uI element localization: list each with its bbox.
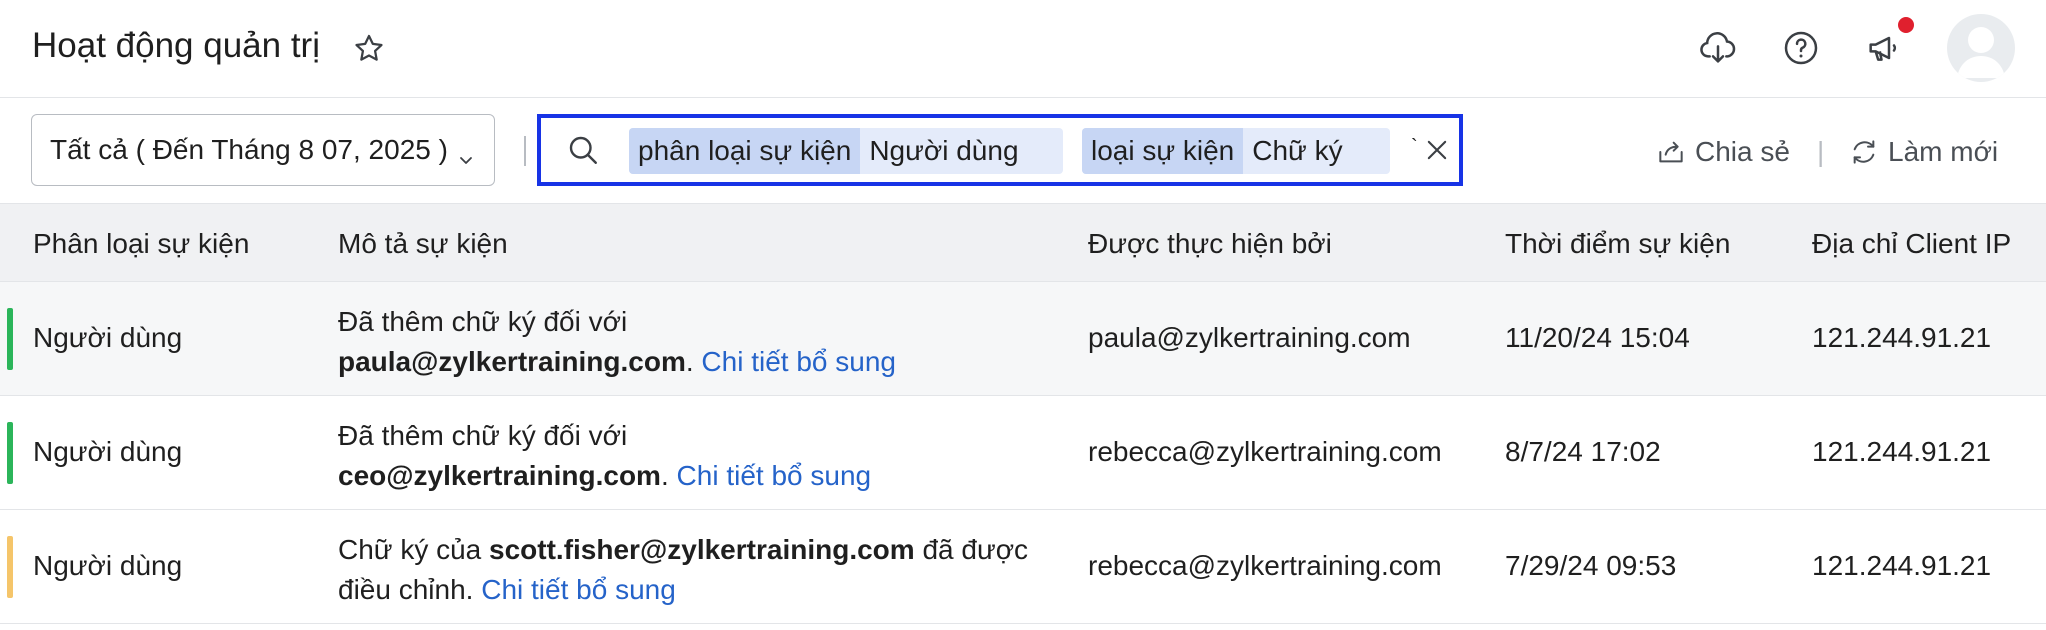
- page-title: Hoạt động quản trị: [32, 26, 320, 65]
- event-category: Người dùng: [33, 550, 183, 581]
- filter-chip-value: Người dùng: [869, 135, 1019, 166]
- filter-toolbar: Tất cả ( Đến Tháng 8 07, 2025 ) phân loạ…: [0, 98, 2046, 204]
- star-icon[interactable]: [352, 32, 386, 66]
- page-header: Hoạt động quản trị: [0, 0, 2046, 98]
- column-header[interactable]: Thời điểm sự kiện: [1505, 228, 1730, 260]
- cloud-download-icon[interactable]: [1698, 28, 1738, 68]
- event-description: Đã thêm chữ ký đối với paula@zylkertrain…: [338, 302, 1058, 382]
- desc-text: Đã thêm chữ ký đối với: [338, 420, 628, 451]
- column-header[interactable]: Địa chỉ Client IP: [1812, 228, 2011, 260]
- performed-by: paula@zylkertraining.com: [1088, 322, 1411, 353]
- filter-chip-type[interactable]: loại sự kiện Chữ ký: [1082, 128, 1390, 174]
- event-category: Người dùng: [33, 322, 183, 353]
- desc-email: ceo@zylkertraining.com: [338, 460, 661, 491]
- status-bar: [7, 308, 13, 370]
- share-button[interactable]: Chia sẻ: [1655, 134, 1790, 170]
- desc-text: đã được: [922, 534, 1029, 565]
- user-avatar[interactable]: [1947, 14, 2015, 82]
- performed-by: rebecca@zylkertraining.com: [1088, 436, 1442, 467]
- event-category: Người dùng: [33, 436, 183, 467]
- details-link[interactable]: Chi tiết bổ sung: [677, 460, 872, 491]
- filter-chip-value: Chữ ký: [1252, 135, 1343, 166]
- date-range-label: Tất cả ( Đến Tháng 8 07, 2025 ): [50, 134, 448, 165]
- client-ip: 121.244.91.21: [1812, 322, 1992, 353]
- desc-email: paula@zylkertraining.com: [338, 346, 686, 377]
- close-icon[interactable]: [1423, 136, 1451, 164]
- chevron-down-icon: [458, 143, 474, 164]
- share-label: Chia sẻ: [1695, 136, 1790, 167]
- date-range-dropdown[interactable]: Tất cả ( Đến Tháng 8 07, 2025 ): [31, 114, 495, 186]
- filter-chip-key: loại sự kiện: [1082, 128, 1244, 174]
- search-filter-input[interactable]: phân loại sự kiện Người dùng loại sự kiệ…: [537, 114, 1463, 186]
- help-icon[interactable]: [1781, 28, 1821, 68]
- search-icon: [565, 132, 601, 168]
- share-icon: [1659, 141, 1683, 163]
- event-description: Chữ ký của scott.fisher@zylkertraining.c…: [338, 530, 1058, 610]
- refresh-label: Làm mới: [1888, 136, 1999, 167]
- status-bar: [7, 536, 13, 598]
- filter-chip-key: phân loại sự kiện: [629, 128, 861, 174]
- table-row[interactable]: Người dùng Đã thêm chữ ký đối với ceo@zy…: [0, 396, 2046, 510]
- performed-by: rebecca@zylkertraining.com: [1088, 550, 1442, 581]
- column-header[interactable]: Phân loại sự kiện: [33, 228, 249, 260]
- desc-email: scott.fisher@zylkertraining.com: [489, 534, 915, 565]
- event-time: 8/7/24 17:02: [1505, 436, 1661, 467]
- refresh-icon: [1853, 140, 1875, 164]
- divider: |: [1817, 136, 1825, 167]
- client-ip: 121.244.91.21: [1812, 550, 1992, 581]
- column-header[interactable]: Mô tả sự kiện: [338, 228, 508, 260]
- desc-text: .: [660, 460, 669, 491]
- event-time: 7/29/24 09:53: [1505, 550, 1677, 581]
- desc-text: .: [685, 346, 694, 377]
- details-link[interactable]: Chi tiết bổ sung: [701, 346, 896, 377]
- text-caret: `: [1411, 136, 1418, 158]
- desc-text: Đã thêm chữ ký đối với: [338, 306, 628, 337]
- refresh-button[interactable]: Làm mới: [1848, 134, 1998, 170]
- status-bar: [7, 422, 13, 484]
- table-header: Phân loại sự kiện Mô tả sự kiện Được thự…: [0, 204, 2046, 282]
- notification-dot: [1898, 17, 1914, 33]
- divider: [524, 136, 526, 166]
- megaphone-icon[interactable]: [1864, 28, 1904, 68]
- client-ip: 121.244.91.21: [1812, 436, 1992, 467]
- details-link[interactable]: Chi tiết bổ sung: [481, 574, 676, 605]
- filter-chip-category[interactable]: phân loại sự kiện Người dùng: [629, 128, 1063, 174]
- event-description: Đã thêm chữ ký đối với ceo@zylkertrainin…: [338, 416, 1058, 496]
- desc-text: Chữ ký của: [338, 534, 482, 565]
- column-header[interactable]: Được thực hiện bởi: [1088, 228, 1332, 260]
- table-row[interactable]: Người dùng Đã thêm chữ ký đối với paula@…: [0, 282, 2046, 396]
- desc-text: điều chỉnh.: [338, 574, 474, 605]
- event-time: 11/20/24 15:04: [1505, 322, 1690, 353]
- table-row[interactable]: Người dùng Chữ ký của scott.fisher@zylke…: [0, 510, 2046, 624]
